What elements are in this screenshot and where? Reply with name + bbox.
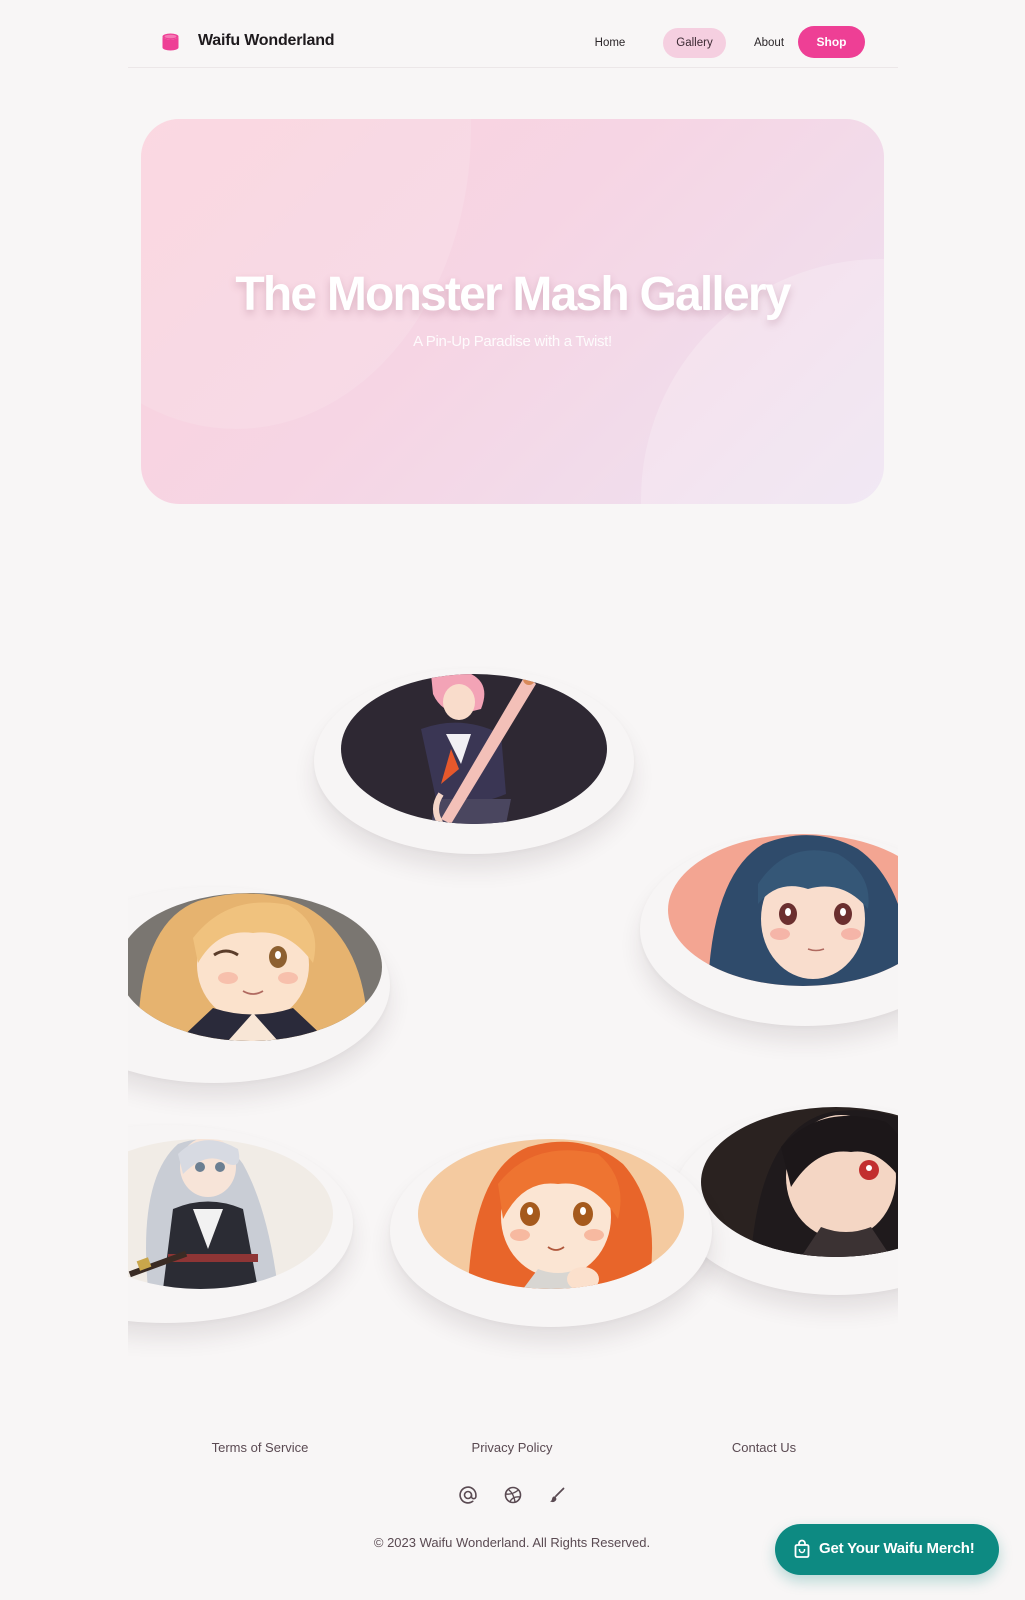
at-sign-icon[interactable] xyxy=(457,1484,479,1506)
get-merch-button[interactable]: Get Your Waifu Merch! xyxy=(775,1524,999,1575)
shop-button[interactable]: Shop xyxy=(798,26,865,58)
gallery-card[interactable] xyxy=(390,1135,712,1327)
nav-home[interactable]: Home xyxy=(590,28,630,58)
footer-link-contact[interactable]: Contact Us xyxy=(694,1440,834,1455)
gallery-image xyxy=(128,1139,333,1289)
brush-icon[interactable] xyxy=(546,1484,568,1506)
hero-title: The Monster Mash Gallery xyxy=(235,268,791,321)
hero-subtitle: A Pin-Up Paradise with a Twist! xyxy=(413,333,612,350)
logo-icon[interactable] xyxy=(162,33,179,51)
page: Waifu Wonderland Home Gallery About Shop… xyxy=(0,0,1025,1600)
gallery-image xyxy=(668,834,898,986)
site-header: Waifu Wonderland Home Gallery About Shop xyxy=(128,0,898,68)
gallery xyxy=(128,600,898,1360)
gallery-image xyxy=(701,1107,898,1257)
gallery-image xyxy=(341,674,607,824)
get-merch-label: Get Your Waifu Merch! xyxy=(819,1540,975,1557)
shopping-bag-icon xyxy=(793,1539,811,1559)
gallery-card[interactable] xyxy=(640,832,898,1026)
gallery-image xyxy=(418,1139,684,1289)
copyright-text: © 2023 Waifu Wonderland. All Rights Rese… xyxy=(373,1535,651,1550)
brand-name[interactable]: Waifu Wonderland xyxy=(198,32,335,50)
footer-link-privacy[interactable]: Privacy Policy xyxy=(442,1440,582,1455)
dribbble-icon[interactable] xyxy=(502,1484,524,1506)
hero-banner: The Monster Mash Gallery A Pin-Up Paradi… xyxy=(141,119,884,504)
nav-about[interactable]: About xyxy=(748,28,790,58)
gallery-card[interactable] xyxy=(673,1105,898,1295)
gallery-image xyxy=(128,893,382,1041)
nav-gallery[interactable]: Gallery xyxy=(663,28,726,58)
gallery-card[interactable] xyxy=(314,668,634,854)
gallery-card[interactable] xyxy=(128,1125,353,1323)
footer-link-terms[interactable]: Terms of Service xyxy=(190,1440,330,1455)
gallery-card[interactable] xyxy=(128,887,390,1083)
